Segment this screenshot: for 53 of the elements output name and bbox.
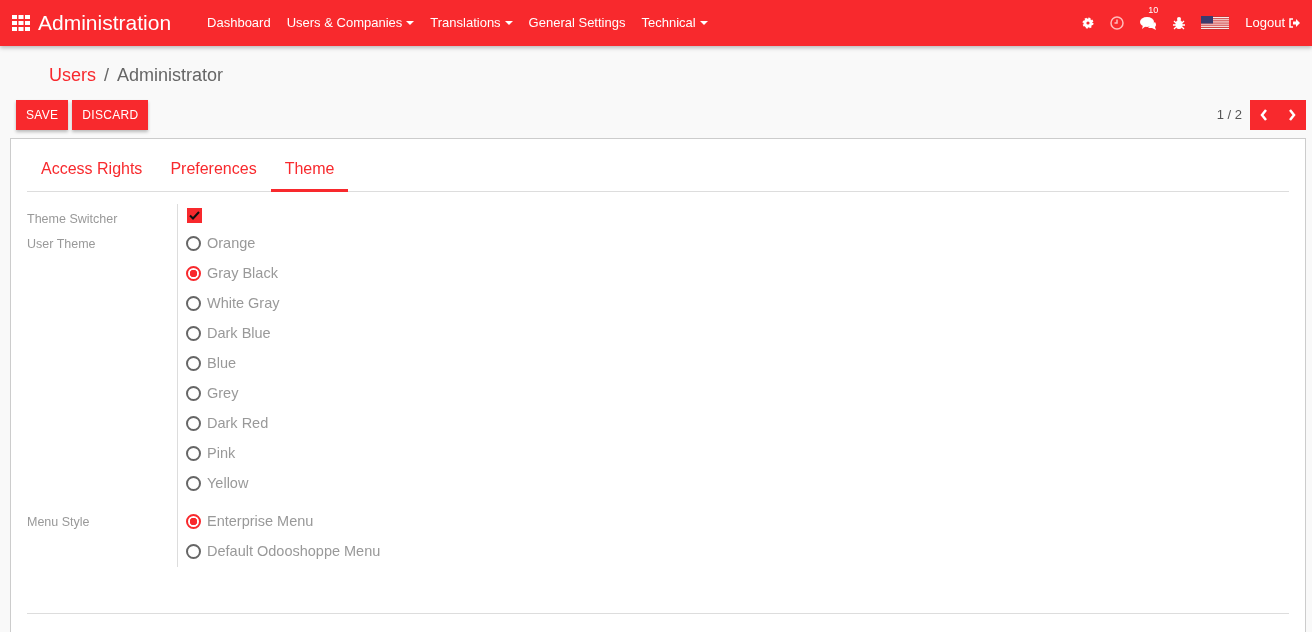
- next-button[interactable]: [1278, 100, 1306, 130]
- tab[interactable]: Access Rights: [27, 151, 157, 192]
- breadcrumb-separator: /: [104, 64, 110, 87]
- previous-button[interactable]: [1250, 100, 1278, 130]
- radio-button[interactable]: [186, 544, 201, 560]
- field-label: Menu Style: [27, 513, 90, 531]
- save-button[interactable]: SAVE: [16, 100, 69, 130]
- checkbox[interactable]: [187, 208, 202, 223]
- radio-button[interactable]: [186, 446, 201, 462]
- pager-text: 1 / 2: [1216, 106, 1242, 125]
- logout-link[interactable]: Logout: [1245, 13, 1300, 33]
- menu-item[interactable]: Dashboard: [207, 13, 271, 33]
- radio-label: Orange: [207, 233, 256, 253]
- discard-button[interactable]: DISCARD: [72, 100, 149, 130]
- radio-button[interactable]: [186, 266, 201, 282]
- radio-label: Default Odooshoppe Menu: [207, 541, 381, 561]
- breadcrumb-current: Administrator: [117, 64, 224, 87]
- radio-button[interactable]: [186, 476, 201, 492]
- radio-label: Dark Blue: [207, 323, 271, 343]
- radio-label: Grey: [207, 383, 239, 403]
- radio-label: Blue: [207, 353, 237, 373]
- menu-item[interactable]: General Settings: [528, 13, 626, 33]
- radio-label: Pink: [207, 443, 236, 463]
- menu-item[interactable]: Technical: [641, 13, 708, 33]
- radio-label: Enterprise Menu: [207, 511, 314, 531]
- menu-item[interactable]: Users & Companies: [286, 13, 415, 33]
- radio-button[interactable]: [186, 416, 201, 432]
- radio-button[interactable]: [186, 236, 201, 252]
- menu-item[interactable]: Translations: [430, 13, 513, 33]
- settings-icon[interactable]: [1082, 17, 1095, 29]
- message-count: 10: [1148, 3, 1159, 17]
- tab[interactable]: Preferences: [156, 151, 271, 192]
- chevron-right-icon: [1288, 109, 1296, 121]
- chevron-left-icon: [1260, 109, 1268, 121]
- field-label: Theme Switcher: [27, 211, 118, 228]
- us-flag-icon[interactable]: [1201, 16, 1230, 30]
- chat-icon[interactable]: [1140, 15, 1158, 31]
- radio-button[interactable]: [186, 296, 201, 312]
- logout-icon: [1289, 18, 1300, 28]
- radio-button[interactable]: [186, 386, 201, 402]
- radio-label: Gray Black: [207, 263, 278, 283]
- radio-button[interactable]: [186, 514, 201, 530]
- radio-label: White Gray: [207, 293, 280, 313]
- breadcrumb-link[interactable]: Users: [49, 62, 96, 100]
- tab[interactable]: Theme: [270, 151, 349, 192]
- field-label: User Theme: [27, 235, 96, 253]
- radio-button[interactable]: [186, 356, 201, 372]
- app-title: Administration: [38, 10, 172, 37]
- bug-icon[interactable]: [1173, 16, 1186, 30]
- radio-label: Dark Red: [207, 413, 269, 433]
- radio-label: Yellow: [207, 473, 249, 493]
- apps-grid-icon[interactable]: [12, 15, 30, 31]
- radio-button[interactable]: [186, 326, 201, 342]
